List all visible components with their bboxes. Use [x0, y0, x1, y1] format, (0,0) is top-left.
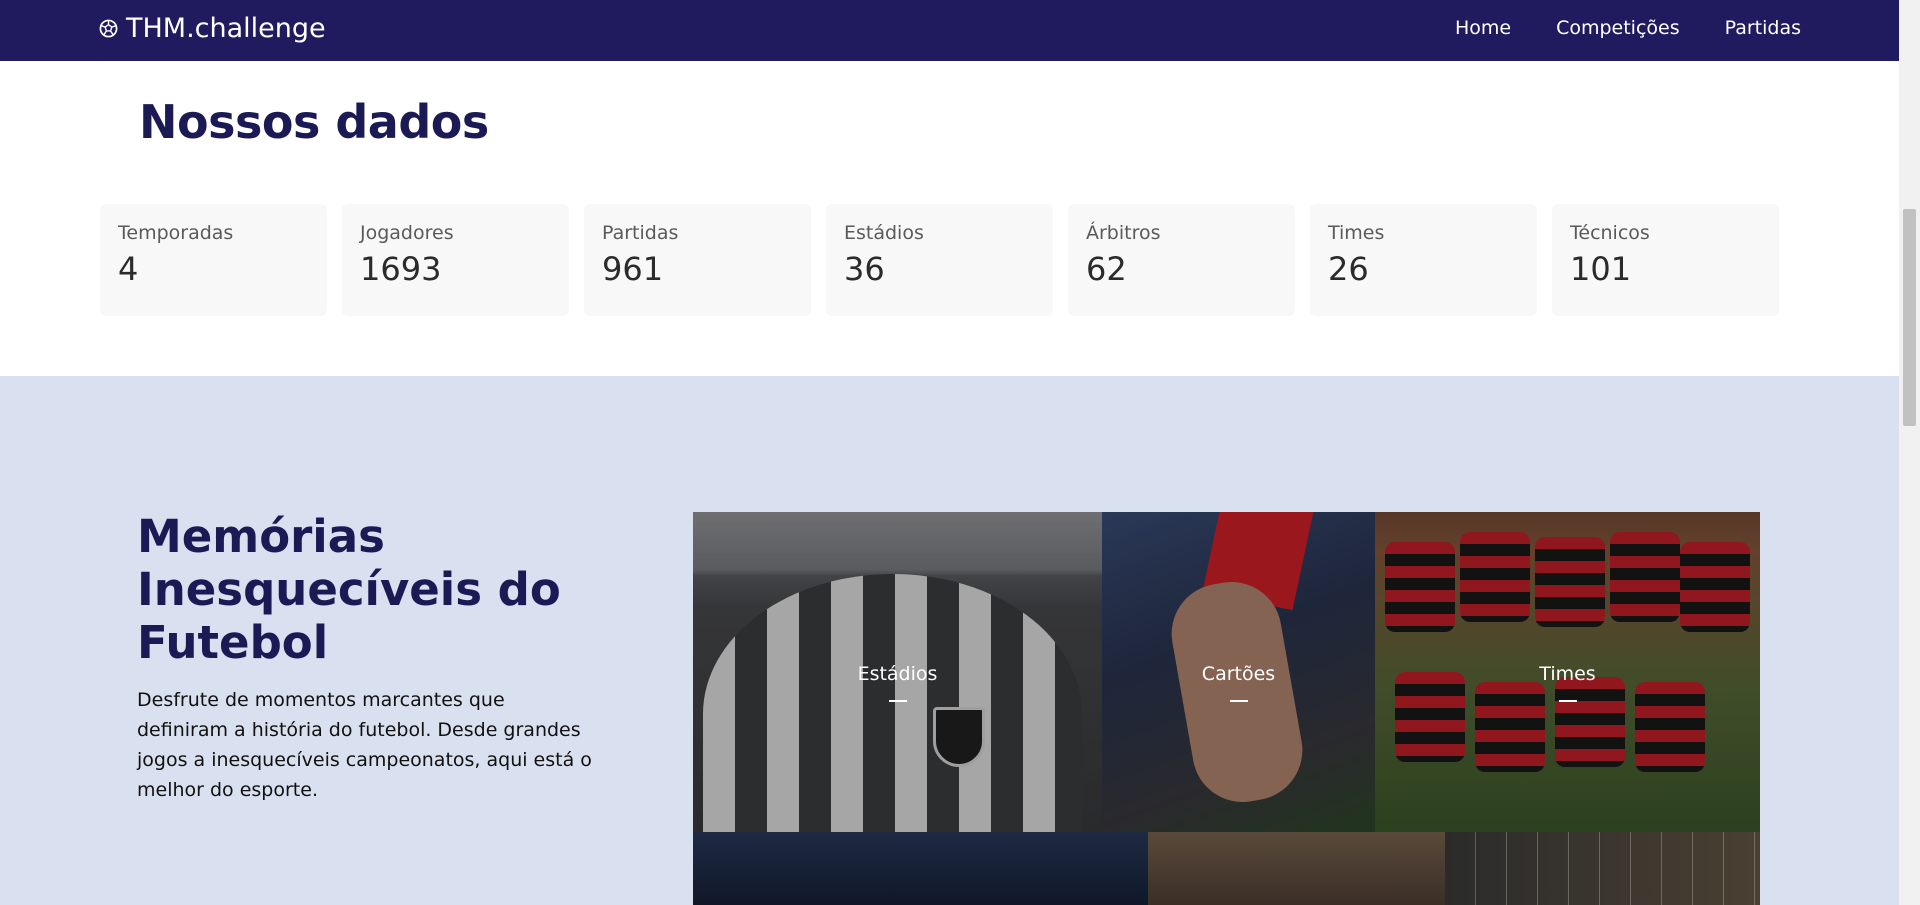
nav-link-competicoes[interactable]: Competições — [1556, 17, 1680, 39]
stat-value: 961 — [602, 250, 664, 288]
stat-label: Árbitros — [1086, 222, 1161, 244]
stat-value: 1693 — [360, 250, 442, 288]
stat-value: 36 — [844, 250, 885, 288]
stats-title: Nossos dados — [139, 95, 489, 149]
stat-card-tecnicos: Técnicos 101 — [1552, 204, 1779, 316]
soccer-ball-icon — [99, 19, 118, 38]
tile-underline — [1229, 700, 1248, 702]
stat-value: 4 — [118, 250, 139, 288]
tile-label: Estádios — [857, 663, 938, 685]
stat-label: Partidas — [602, 222, 679, 244]
tile-label: Times — [1539, 663, 1596, 685]
stat-card-partidas: Partidas 961 — [584, 204, 811, 316]
page-scrollbar[interactable] — [1899, 0, 1920, 905]
scrollbar-thumb[interactable] — [1903, 209, 1916, 426]
tactics-board-image — [1445, 832, 1760, 905]
stat-card-estadios: Estádios 36 — [826, 204, 1053, 316]
stat-label: Jogadores — [360, 222, 454, 244]
stat-label: Times — [1328, 222, 1385, 244]
navbar: THM.challenge Home Competições Partidas — [0, 0, 1899, 61]
brand-name: THM.challenge — [126, 13, 326, 44]
stat-label: Estádios — [844, 222, 924, 244]
stat-value: 101 — [1570, 250, 1632, 288]
nav-link-home[interactable]: Home — [1455, 17, 1511, 39]
brand-link[interactable]: THM.challenge — [99, 13, 326, 44]
stat-value: 62 — [1086, 250, 1127, 288]
gallery-tile-tactics[interactable] — [1445, 832, 1760, 905]
gallery-tile-players[interactable] — [693, 832, 1148, 905]
tile-underline — [888, 700, 907, 702]
stat-card-times: Times 26 — [1310, 204, 1537, 316]
stats-cards: Temporadas 4 Jogadores 1693 Partidas 961… — [100, 204, 1779, 316]
nav-menu: Home Competições Partidas — [1455, 17, 1801, 39]
memories-gallery: Estádios Cartões Times — [693, 512, 1760, 905]
memories-section: Memórias Inesquecíveis do Futebol Desfru… — [0, 376, 1899, 905]
stat-label: Temporadas — [118, 222, 234, 244]
stat-card-jogadores: Jogadores 1693 — [342, 204, 569, 316]
nav-link-partidas[interactable]: Partidas — [1725, 17, 1801, 39]
gallery-tile-estadios[interactable]: Estádios — [693, 512, 1102, 832]
stat-value: 26 — [1328, 250, 1369, 288]
memories-description: Desfrute de momentos marcantes que defin… — [137, 689, 592, 801]
gallery-tile-cartoes[interactable]: Cartões — [1102, 512, 1375, 832]
memories-title: Memórias Inesquecíveis do Futebol — [137, 510, 561, 669]
tile-label: Cartões — [1201, 663, 1276, 685]
stat-label: Técnicos — [1570, 222, 1650, 244]
gallery-tile-times[interactable]: Times — [1375, 512, 1760, 832]
stat-card-arbitros: Árbitros 62 — [1068, 204, 1295, 316]
stat-card-temporadas: Temporadas 4 — [100, 204, 327, 316]
gallery-tile-coach[interactable] — [1148, 832, 1445, 905]
tile-underline — [1558, 700, 1577, 702]
